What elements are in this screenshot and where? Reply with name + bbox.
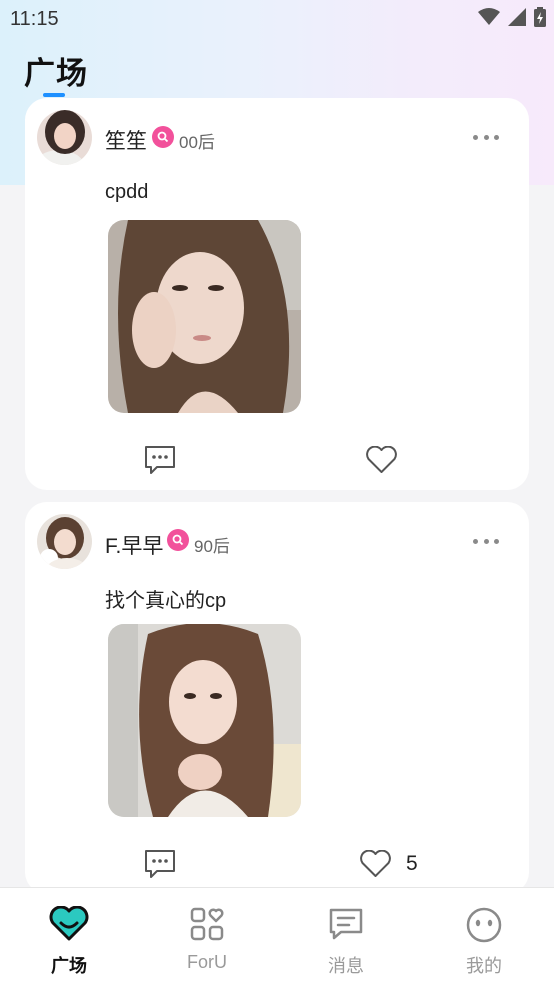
age-tag: 90后 — [194, 537, 230, 556]
page-title[interactable]: 广场 — [24, 48, 88, 93]
more-options-icon[interactable] — [473, 133, 499, 141]
tab-foru[interactable]: ForU — [138, 888, 276, 984]
verified-badge-icon — [167, 529, 189, 551]
like-count: 5 — [406, 852, 418, 875]
heart-icon — [366, 446, 397, 473]
bottom-tab-bar: 广场 ForU 消息 我的 — [0, 887, 554, 984]
tab-profile[interactable]: 我的 — [415, 888, 553, 984]
profile-face-icon — [466, 907, 502, 943]
like-button[interactable]: 5 — [359, 850, 418, 878]
status-bar: 11:15 — [0, 0, 554, 38]
grid-heart-icon — [190, 907, 224, 941]
avatar[interactable] — [37, 110, 92, 165]
tab-label: 消息 — [328, 956, 364, 976]
comment-icon — [145, 850, 175, 878]
comment-button[interactable] — [143, 849, 177, 879]
post-card[interactable]: 笙笙 00后 cpdd — [25, 98, 529, 490]
post-image[interactable] — [108, 220, 301, 413]
username[interactable]: F.早早 — [105, 530, 163, 560]
status-time: 11:15 — [10, 8, 59, 30]
like-button[interactable] — [365, 446, 412, 474]
battery-icon — [534, 7, 546, 27]
tab-label: 广场 — [51, 956, 87, 976]
comment-icon — [145, 446, 175, 474]
verified-badge-icon — [152, 126, 174, 148]
more-options-icon[interactable] — [473, 537, 499, 545]
post-text: cpdd — [105, 181, 149, 203]
comment-button[interactable] — [143, 445, 177, 475]
wifi-icon — [478, 8, 500, 25]
username[interactable]: 笙笙 — [105, 125, 147, 155]
avatar[interactable] — [37, 514, 92, 569]
post-text: 找个真心的cp — [105, 590, 227, 612]
tab-plaza[interactable]: 广场 — [0, 888, 138, 984]
post-image[interactable] — [108, 624, 301, 817]
tab-label: ForU — [187, 952, 227, 972]
title-indicator — [43, 93, 65, 97]
plaza-heart-icon — [49, 906, 89, 941]
post-card[interactable]: F.早早 90后 找个真心的cp 5 — [25, 502, 529, 894]
heart-icon — [360, 850, 391, 877]
tab-label: 我的 — [466, 956, 502, 976]
signal-icon — [508, 8, 526, 26]
tab-messages[interactable]: 消息 — [277, 888, 415, 984]
message-icon — [329, 908, 363, 940]
age-tag: 00后 — [179, 133, 215, 152]
